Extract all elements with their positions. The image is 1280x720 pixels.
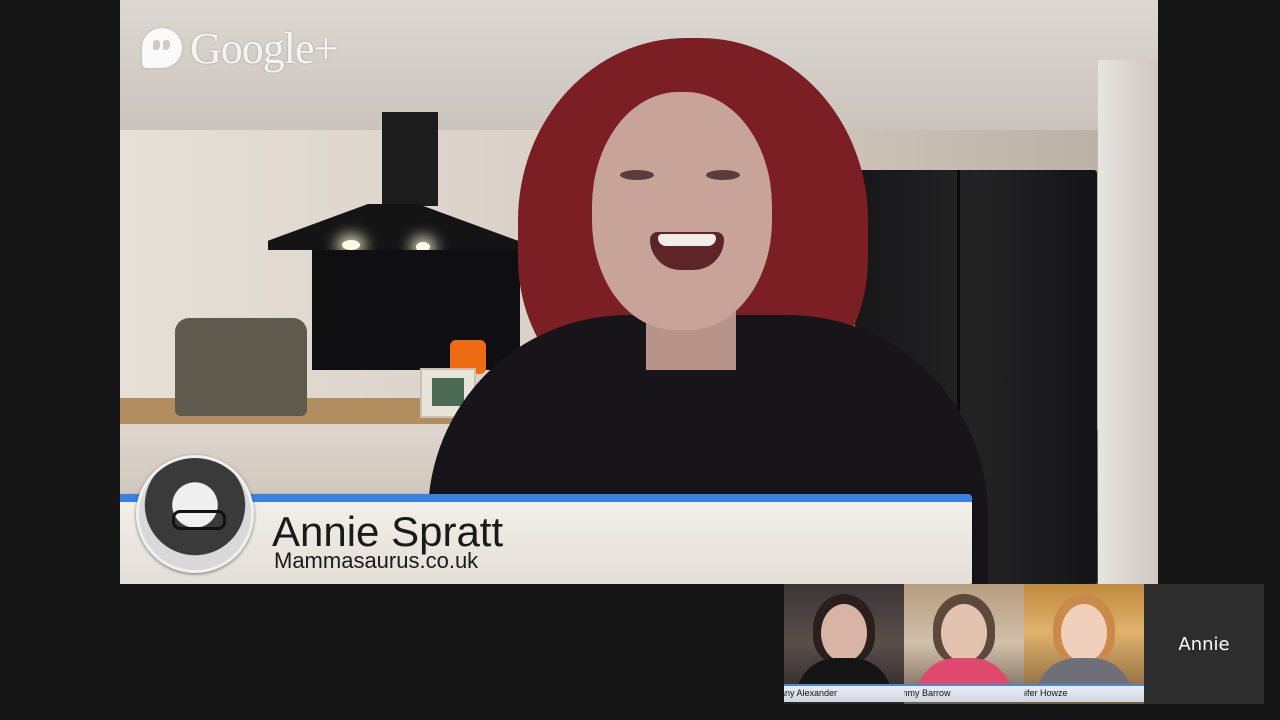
scene-bag (175, 318, 307, 416)
scene-photo (432, 378, 464, 406)
avatar-glasses (172, 510, 226, 530)
scene-splashback (312, 250, 520, 370)
speaker-eye (706, 170, 740, 180)
participant-name-label: mmy Barrow (904, 684, 1024, 702)
google-plus-watermark: Google+ (142, 22, 338, 74)
participant-face (1061, 604, 1107, 662)
participant-face (941, 604, 987, 662)
scene-cooker-hood-chimney (382, 112, 438, 206)
participant-face (821, 604, 867, 662)
participant-tile[interactable]: mmy Barrow (904, 584, 1024, 704)
self-view-name: Annie (1178, 633, 1230, 655)
speaker-teeth (658, 234, 716, 246)
speaker-website: Mammasaurus.co.uk (274, 548, 479, 573)
google-plus-logo-text: Google+ (190, 23, 338, 73)
scene-right-wall (1098, 60, 1158, 584)
scene-hood-light (342, 240, 360, 250)
google-plus-hangout-icon (142, 28, 182, 68)
participant-tile[interactable]: any Alexander (784, 584, 904, 704)
self-view-tile[interactable]: Annie (1144, 584, 1264, 704)
participant-tile[interactable]: nifer Howze (1024, 584, 1144, 704)
participants-filmstrip: any Alexander mmy Barrow nifer Howze Ann… (784, 584, 1264, 704)
speaker-avatar (136, 455, 254, 573)
speaker-eye (620, 170, 654, 180)
participant-name-label: nifer Howze (1024, 684, 1144, 702)
main-video-feed[interactable]: Google+ Annie Spratt Mammasaurus.co.uk (120, 0, 1158, 584)
participant-name-label: any Alexander (784, 684, 904, 702)
speaker-face (592, 92, 772, 330)
